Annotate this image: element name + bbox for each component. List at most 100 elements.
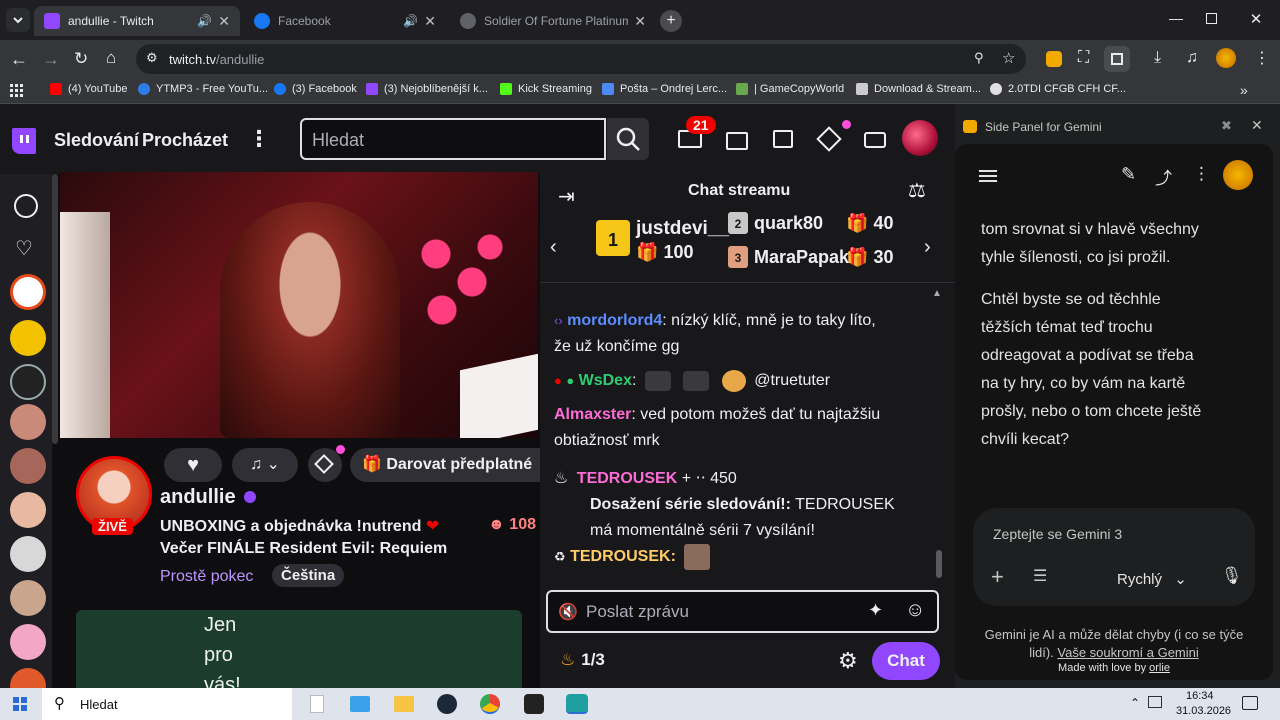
leaderboard-name[interactable]: MaraPapak (754, 247, 849, 268)
inbox-icon[interactable] (726, 132, 748, 150)
chat-scrollbar-thumb[interactable] (936, 550, 942, 578)
bookmark-item[interactable]: Kick Streaming (500, 83, 592, 95)
channel-name[interactable]: andullie (160, 486, 236, 509)
search-button[interactable] (607, 118, 649, 160)
address-bar[interactable]: ⚙ twitch.tv/andullie ⚲ ☆ (136, 44, 1026, 74)
window-close-button[interactable]: ✕ (1246, 10, 1266, 28)
chat-username[interactable]: TEDROUSEK: (570, 548, 676, 565)
file-icon[interactable] (310, 695, 324, 713)
privacy-link[interactable]: Vaše soukromí a Gemini (1057, 645, 1198, 660)
share-icon[interactable]: ⤴ (1155, 164, 1172, 189)
channel-avatar[interactable] (10, 580, 46, 616)
bookmark-item[interactable]: (4) YouTube (50, 83, 128, 95)
page-scrollbar[interactable] (52, 174, 58, 444)
chat-username[interactable]: mordorlord4 (567, 312, 662, 329)
window-minimize-button[interactable]: — (1166, 10, 1186, 26)
media-control-icon[interactable]: ♫ (1186, 49, 1198, 67)
model-mode-select[interactable]: Rychlý ⌄ (1117, 570, 1187, 588)
collapse-chat-icon[interactable]: ⇥ (558, 184, 575, 209)
channel-points-progress[interactable]: ♨ 1/3 (560, 650, 605, 670)
collapse-rail-icon[interactable] (14, 194, 38, 218)
close-tab-icon[interactable]: ✕ (424, 13, 436, 30)
leaderboard-prev-icon[interactable]: ‹ (550, 236, 557, 259)
network-icon[interactable] (1148, 696, 1162, 708)
extension-icon[interactable] (1046, 51, 1062, 67)
whispers-icon[interactable] (773, 130, 793, 148)
category-link[interactable]: Prostě pokec (160, 568, 253, 586)
gemini-prompt-box[interactable]: Zeptejte se Gemini 3 + ☰ Rychlý ⌄ 🎙 (973, 508, 1255, 606)
twitch-logo-icon[interactable] (12, 128, 36, 154)
channel-avatar[interactable] (10, 320, 46, 356)
bookmark-item[interactable]: 2.0TDI CFGB CFH CF... (990, 83, 1126, 95)
tools-icon[interactable]: ☰ (1033, 566, 1047, 586)
close-tab-icon[interactable]: ✕ (218, 13, 230, 30)
bookmark-item[interactable]: | GameCopyWorld (736, 83, 844, 95)
side-panel-icon[interactable] (1104, 46, 1130, 72)
leaderboard-name[interactable]: quark80 (754, 213, 823, 234)
gift-sub-button[interactable]: 🎁 Darovat předplatné (350, 448, 550, 482)
language-tag[interactable]: Čeština (272, 564, 345, 587)
zoom-icon[interactable]: ⚲ (974, 50, 984, 66)
taskbar-search[interactable]: ⚲ Hledat (42, 688, 292, 720)
bookmark-item[interactable]: Pošta – Ondrej Lerc... (602, 83, 727, 95)
tab-twitch[interactable]: andullie - Twitch 🔊 ✕ (34, 6, 240, 36)
notifications-bell-button[interactable]: ♫ ⌄ (232, 448, 298, 482)
nav-browse[interactable]: Procházet (142, 130, 228, 151)
extensions-puzzle-icon[interactable]: ⛶ (1078, 49, 1089, 67)
follow-button[interactable]: ♥ (164, 448, 222, 482)
forward-icon[interactable]: → (42, 49, 60, 70)
close-tab-icon[interactable]: ✕ (634, 13, 646, 30)
chat-input[interactable]: 🔇 Poslat zprávu ✦ ☺ (546, 590, 939, 633)
download-icon[interactable]: ⤓ (1154, 49, 1161, 67)
back-icon[interactable]: ← (10, 49, 28, 70)
clock-date[interactable]: 31.03.2026 (1176, 705, 1231, 717)
mute-icon[interactable]: 🔇 (558, 602, 578, 622)
community-icon[interactable]: ⚖ (908, 178, 926, 203)
leaderboard-next-icon[interactable]: › (924, 236, 931, 259)
channel-avatar[interactable] (10, 492, 46, 528)
nav-following[interactable]: Sledování (54, 130, 139, 151)
pin-icon[interactable]: ✖ (1221, 118, 1232, 134)
close-panel-icon[interactable]: ✕ (1251, 117, 1263, 134)
chat-username[interactable]: Almaxster (554, 406, 631, 423)
tab-search-button[interactable] (6, 8, 30, 32)
user-avatar[interactable] (902, 120, 938, 156)
channel-avatar[interactable] (10, 404, 46, 440)
microphone-icon[interactable]: 🎙 (1221, 566, 1243, 586)
gemini-avatar[interactable] (1223, 160, 1253, 190)
clock-time[interactable]: 16:34 (1186, 690, 1214, 702)
notification-center-icon[interactable] (1242, 696, 1258, 710)
bits-icon[interactable] (864, 132, 886, 148)
app-icon[interactable] (566, 694, 588, 714)
app-icon[interactable] (524, 694, 544, 714)
channel-avatar[interactable] (10, 536, 46, 572)
photos-icon[interactable] (350, 696, 370, 712)
bookmark-item[interactable]: YTMP3 - Free YouTu... (138, 83, 268, 95)
tab-soldier-of-fortune[interactable]: Soldier Of Fortune Platinum Edí ✕ (450, 6, 656, 36)
chrome-icon[interactable] (480, 694, 500, 714)
chat-scroll-up-icon[interactable]: ▲ (932, 288, 942, 299)
window-restore-button[interactable] (1206, 13, 1217, 24)
site-info-icon[interactable]: ⚙ (146, 50, 158, 66)
more-dots-icon[interactable]: ⋮ (248, 126, 270, 152)
menu-dots-icon[interactable]: ⋮ (1254, 48, 1270, 68)
bookmark-item[interactable]: Download & Stream... (856, 83, 981, 95)
reload-icon[interactable]: ↻ (74, 49, 88, 69)
chat-settings-icon[interactable]: ⚙ (838, 648, 858, 674)
channel-avatar[interactable] (10, 448, 46, 484)
channel-avatar[interactable] (10, 364, 46, 400)
more-bookmarks-icon[interactable]: » (1240, 82, 1248, 98)
profile-avatar[interactable] (1216, 48, 1236, 68)
start-windows-icon[interactable] (13, 697, 27, 711)
heart-icon[interactable]: ♡ (15, 236, 33, 261)
chat-send-button[interactable]: Chat (872, 642, 940, 680)
tab-facebook[interactable]: Facebook 🔊 ✕ (244, 6, 446, 36)
more-options-icon[interactable]: ⋮ (1193, 164, 1210, 184)
menu-hamburger-icon[interactable] (979, 170, 997, 182)
author-link[interactable]: orlie (1149, 662, 1170, 674)
video-player[interactable] (60, 172, 538, 438)
channel-avatar[interactable] (10, 624, 46, 660)
chat-username[interactable]: WsDex (579, 372, 632, 389)
steam-icon[interactable] (437, 694, 457, 714)
chat-username[interactable]: TEDROUSEK (577, 470, 677, 487)
